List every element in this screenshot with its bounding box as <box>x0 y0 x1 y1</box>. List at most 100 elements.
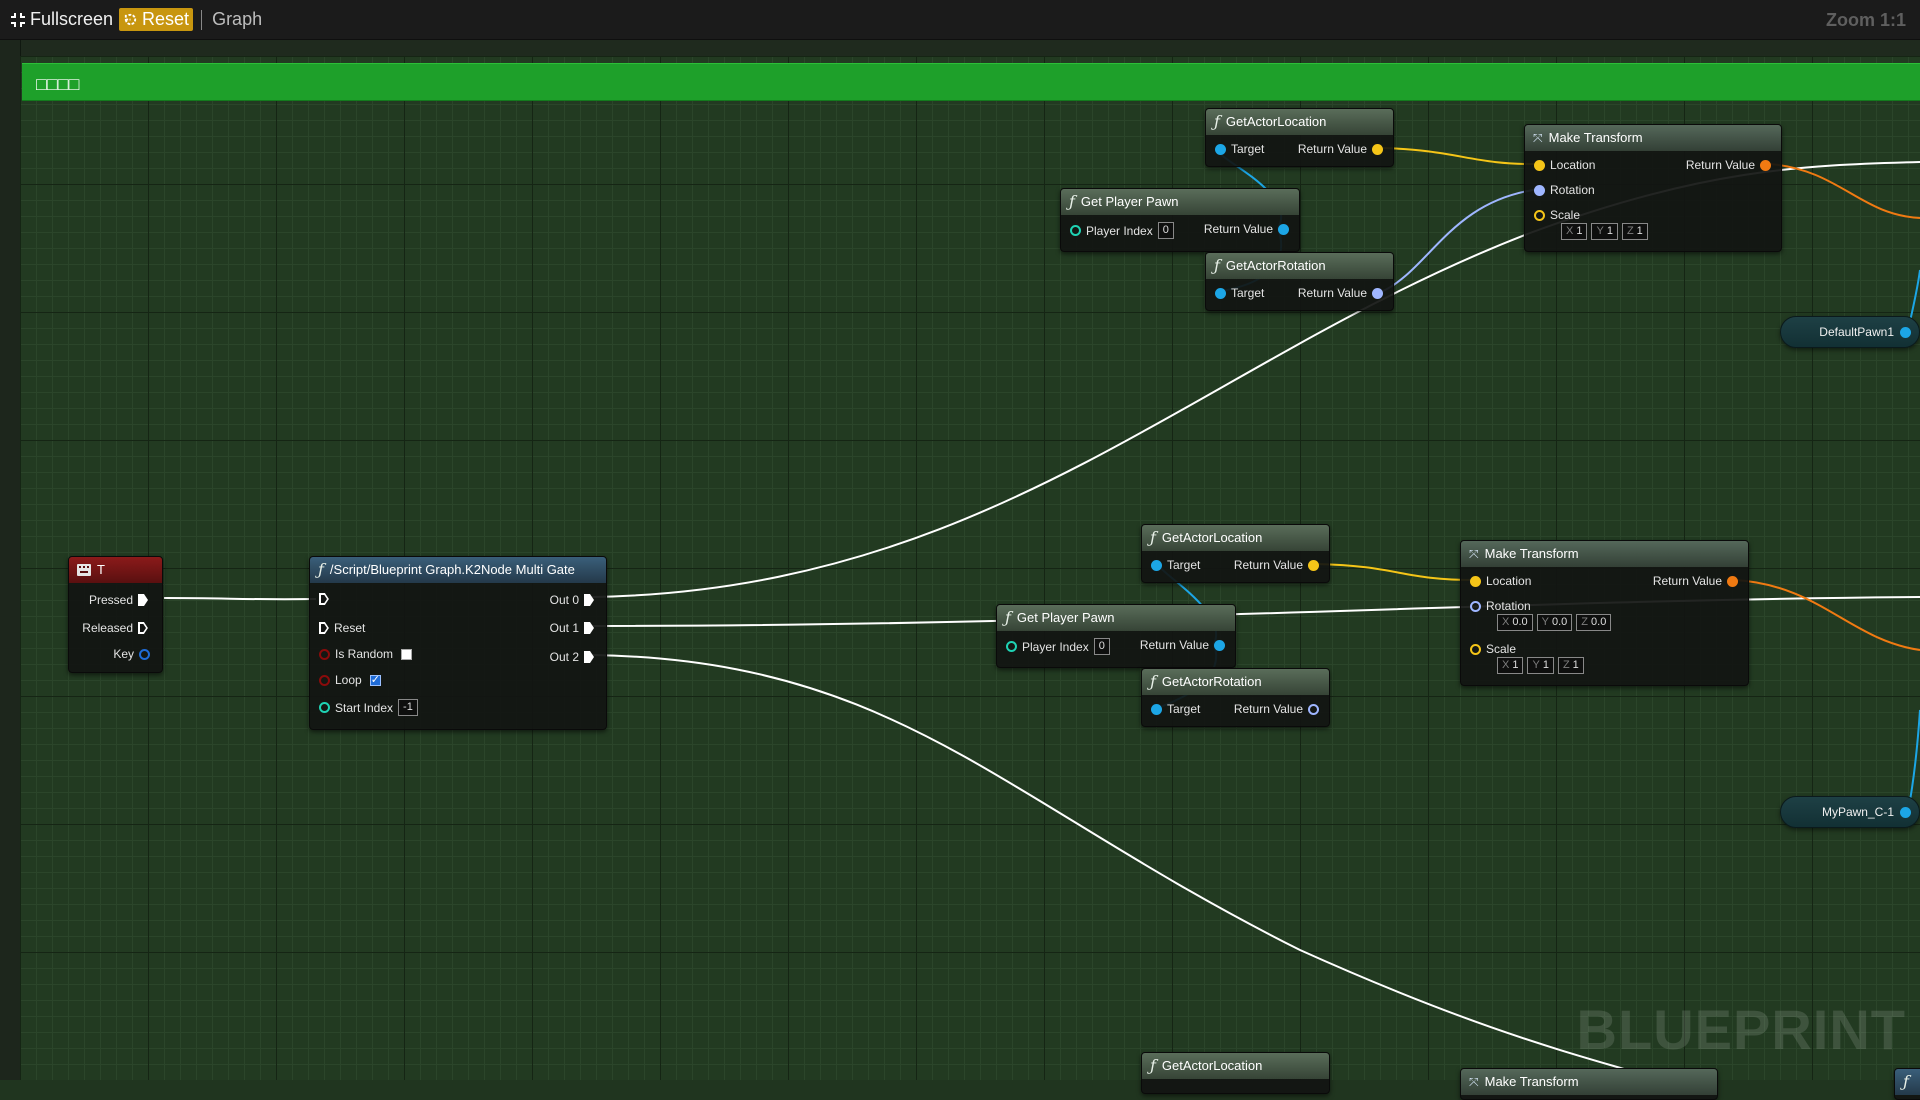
input-key-event-node[interactable]: T Pressed Released Key <box>68 556 163 673</box>
mt1-scale-z-input[interactable]: Z1 <box>1621 223 1648 240</box>
loop-checkbox[interactable] <box>369 673 381 686</box>
out1-label: Out 1 <box>549 621 579 635</box>
get-actor-rotation-node-2[interactable]: ƒ GetActorRotation Target Return Value <box>1141 668 1330 727</box>
make-transform-node-1[interactable]: ⤧ Make Transform Location Rotation Scale… <box>1524 124 1782 252</box>
vertical-ruler <box>0 40 21 1080</box>
toolbar-divider <box>201 9 203 30</box>
gal1-return-pin[interactable] <box>1372 143 1383 155</box>
gal3-title: GetActorLocation <box>1161 1058 1263 1073</box>
var1-pin[interactable] <box>1900 326 1911 338</box>
make-transform-node-3[interactable]: ⤧ Make Transform <box>1460 1068 1718 1100</box>
get-actor-location-node-2[interactable]: ƒ GetActorLocation Target Return Value <box>1141 524 1330 583</box>
get-player-pawn-node-1[interactable]: ƒ Get Player Pawn Player Index 0 Return … <box>1060 188 1300 252</box>
reset-button[interactable]: Reset <box>119 8 194 31</box>
out1-exec-pin[interactable] <box>584 622 594 634</box>
mt1-title: Make Transform <box>1548 130 1643 145</box>
gal2-target-label: Target <box>1167 558 1201 572</box>
struct-icon: ⤧ <box>1469 547 1479 561</box>
mt1-rotation-label: Rotation <box>1550 183 1595 197</box>
reset-icon <box>124 13 137 26</box>
pressed-exec-pin[interactable] <box>138 594 148 606</box>
get-actor-location-node-1[interactable]: ƒ GetActorLocation Target Return Value <box>1205 108 1394 167</box>
gpp2-player-index-label: Player Index <box>1022 639 1089 654</box>
out0-exec-pin[interactable] <box>584 594 594 606</box>
multi-gate-node[interactable]: ƒ /Script/Blueprint Graph.K2Node Multi G… <box>309 556 607 730</box>
get-player-pawn-node-2[interactable]: ƒ Get Player Pawn Player Index 0 Return … <box>996 604 1236 668</box>
gpp2-return-pin[interactable] <box>1214 639 1225 651</box>
fullscreen-icon <box>11 12 25 27</box>
gpp1-player-index-pin[interactable] <box>1070 225 1081 236</box>
is-random-label: Is Random <box>335 647 394 661</box>
var2-pin[interactable] <box>1900 806 1911 818</box>
mt1-scale-y-input[interactable]: Y1 <box>1591 223 1618 240</box>
gal1-title: GetActorLocation <box>1225 114 1327 129</box>
reset-label: Reset <box>142 9 190 29</box>
gar2-return-pin[interactable] <box>1308 703 1319 715</box>
function-icon: ƒ <box>1150 528 1156 547</box>
mt1-location-pin[interactable] <box>1534 159 1545 171</box>
gal2-target-pin[interactable] <box>1151 559 1162 571</box>
mt1-ret-label: Return Value <box>1685 158 1755 172</box>
is-random-pin[interactable] <box>319 648 330 660</box>
fullscreen-button[interactable]: Fullscreen <box>10 9 113 30</box>
mt2-location-pin[interactable] <box>1470 575 1481 587</box>
mt1-rotation-pin[interactable] <box>1534 184 1545 196</box>
get-actor-location-node-3[interactable]: ƒ GetActorLocation <box>1141 1052 1330 1094</box>
gpp1-return-pin[interactable] <box>1278 223 1289 235</box>
mt2-rot-x-input[interactable]: X 0.0 <box>1497 614 1533 631</box>
gar2-title: GetActorRotation <box>1161 674 1262 689</box>
mt2-scale-pin[interactable] <box>1470 643 1481 655</box>
released-exec-pin[interactable] <box>138 622 148 634</box>
mt2-scale-z-input[interactable]: Z1 <box>1557 657 1584 674</box>
mt2-ret-label: Return Value <box>1652 574 1722 588</box>
gpp1-ret-label: Return Value <box>1203 222 1273 236</box>
gar1-title: GetActorRotation <box>1225 258 1326 273</box>
gar2-target-label: Target <box>1167 702 1201 716</box>
gpp1-title: Get Player Pawn <box>1080 194 1179 209</box>
key-pin[interactable] <box>139 648 150 660</box>
graph-tab[interactable]: Graph <box>212 9 262 30</box>
mt2-scale-y-input[interactable]: Y1 <box>1527 657 1554 674</box>
gpp2-player-index-pin[interactable] <box>1006 641 1017 652</box>
multigate-title: /Script/Blueprint Graph.K2Node Multi Gat… <box>329 562 575 577</box>
var2-label: MyPawn_C-1 <box>1821 805 1894 819</box>
released-label: Released <box>82 621 133 635</box>
gpp1-player-index-input[interactable]: 0 <box>1157 222 1174 239</box>
mt2-rot-z-input[interactable]: Z 0.0 <box>1576 614 1612 631</box>
loop-pin[interactable] <box>319 674 330 686</box>
gal2-return-pin[interactable] <box>1308 559 1319 571</box>
gpp2-player-index-input[interactable]: 0 <box>1093 638 1110 655</box>
mt2-rotation-pin[interactable] <box>1470 600 1481 612</box>
start-index-input[interactable]: -1 <box>398 699 418 716</box>
mt2-rot-y-input[interactable]: Y 0.0 <box>1536 614 1573 631</box>
comment-box[interactable]: □□□□ <box>22 63 1920 101</box>
comment-text: □□□□ <box>36 74 80 94</box>
mt2-return-pin[interactable] <box>1727 575 1738 587</box>
key-label: Key <box>113 647 134 661</box>
var1-label: DefaultPawn1 <box>1819 325 1894 339</box>
multigate-exec-in-pin[interactable] <box>319 593 329 605</box>
gar2-target-pin[interactable] <box>1151 703 1162 715</box>
make-transform-node-2[interactable]: ⤧ Make Transform Location Rotation X 0.0 … <box>1460 540 1749 686</box>
out2-exec-pin[interactable] <box>584 651 594 663</box>
mt1-scale-pin[interactable] <box>1534 209 1545 221</box>
variable-node-mypawn[interactable]: MyPawn_C-1 <box>1780 796 1920 828</box>
blueprint-watermark: BLUEPRINT <box>1576 998 1906 1061</box>
mt2-scale-x-input[interactable]: X1 <box>1497 657 1524 674</box>
gal1-target-pin[interactable] <box>1215 143 1226 155</box>
variable-node-defaultpawn1[interactable]: DefaultPawn1 <box>1780 316 1920 348</box>
gar1-target-label: Target <box>1231 286 1265 300</box>
is-random-checkbox[interactable] <box>401 648 413 660</box>
gar1-target-pin[interactable] <box>1215 287 1226 299</box>
mt1-location-label: Location <box>1550 158 1596 172</box>
gar2-ret-label: Return Value <box>1233 702 1303 716</box>
out0-label: Out 0 <box>549 593 579 607</box>
mt1-return-pin[interactable] <box>1760 159 1771 171</box>
get-actor-rotation-node-1[interactable]: ƒ GetActorRotation Target Return Value <box>1205 252 1394 311</box>
reset-exec-pin[interactable] <box>319 622 329 634</box>
gal2-title: GetActorLocation <box>1161 530 1263 545</box>
start-index-pin[interactable] <box>319 702 330 713</box>
gar1-return-pin[interactable] <box>1372 287 1383 299</box>
partial-function-node[interactable]: ƒ <box>1894 1068 1920 1100</box>
mt1-scale-x-input[interactable]: X1 <box>1561 223 1588 240</box>
